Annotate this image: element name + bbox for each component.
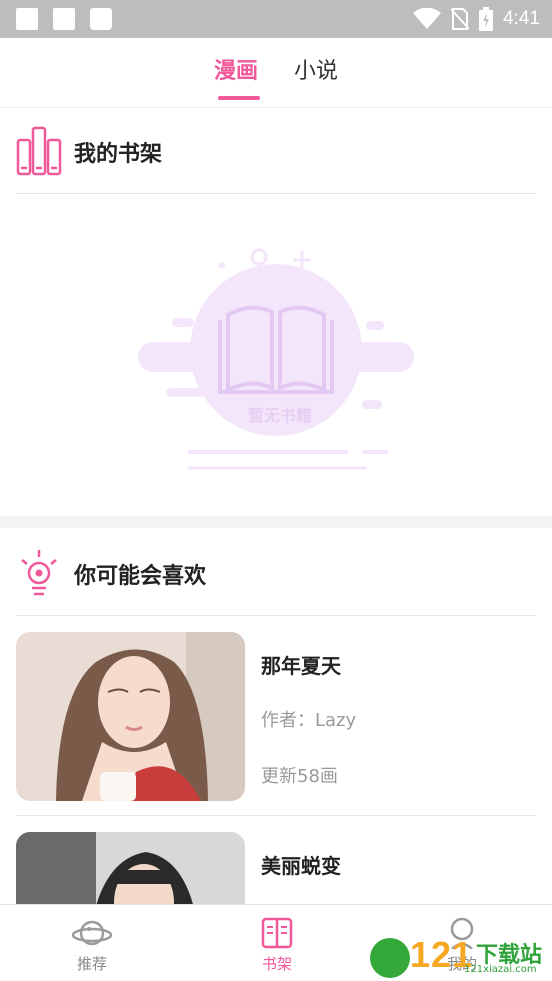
- empty-shelf-illustration: 暂无书籍: [136, 230, 416, 480]
- book-icon: [261, 917, 293, 949]
- nav-recommend[interactable]: 推荐: [47, 917, 137, 974]
- nav-bookshelf[interactable]: 书架: [232, 917, 322, 974]
- watermark-logo: 121 下载站 121xiazai.com: [366, 934, 552, 980]
- book-cover[interactable]: [16, 632, 245, 801]
- empty-shelf-text: 暂无书籍: [247, 406, 312, 425]
- watermark-url: 121xiazai.com: [464, 964, 537, 975]
- planet-icon: [72, 920, 112, 946]
- watermark-badge: [370, 938, 410, 978]
- bookshelf-title: 我的书架: [74, 142, 163, 167]
- status-time: 4:41: [503, 8, 540, 29]
- status-right: 4:41: [413, 6, 540, 32]
- book-title[interactable]: 那年夏天: [261, 650, 341, 679]
- active-tab-indicator: [218, 96, 260, 100]
- status-bar: 4:41: [0, 0, 552, 38]
- open-book-icon: [138, 248, 414, 470]
- bookshelf-icon: [16, 126, 62, 176]
- book-updates: 更新58画: [261, 766, 338, 787]
- battery-icon: [479, 7, 494, 31]
- section-divider: [0, 516, 552, 528]
- no-sim-icon: [451, 8, 470, 30]
- nav-bookshelf-label: 书架: [261, 955, 292, 973]
- nav-recommend-label: 推荐: [76, 955, 107, 973]
- notification-icon: [53, 8, 75, 30]
- bookshelf-header: 我的书架: [16, 108, 536, 194]
- wifi-icon: [413, 8, 442, 29]
- notification-icon: [16, 8, 38, 30]
- book-card[interactable]: 那年夏天 作者：Lazy 更新58画: [16, 616, 536, 816]
- book-title[interactable]: 美丽蜕变: [261, 850, 341, 879]
- lightbulb-icon: [21, 550, 57, 596]
- top-tab-bar: 漫画 小说: [0, 38, 552, 108]
- recommend-title: 你可能会喜欢: [74, 564, 207, 589]
- tab-novels[interactable]: 小说: [294, 58, 338, 86]
- recommend-header: 你可能会喜欢: [16, 530, 536, 616]
- shopping-bag-icon: [90, 8, 112, 30]
- tab-comics[interactable]: 漫画: [214, 58, 258, 86]
- book-author: 作者：Lazy: [261, 710, 357, 731]
